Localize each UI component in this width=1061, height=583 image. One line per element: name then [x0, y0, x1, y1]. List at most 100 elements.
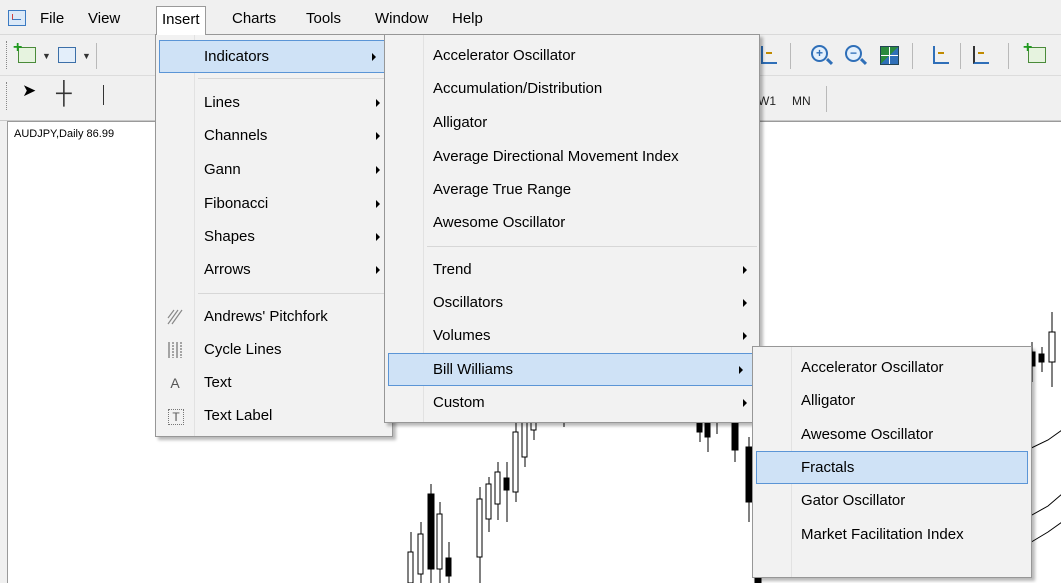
zoom-in-icon: +	[811, 45, 828, 62]
menu-help[interactable]: Help	[447, 8, 488, 30]
app-icon[interactable]	[8, 10, 26, 26]
submenu-arrow-icon	[372, 53, 376, 61]
menu-item-market-facilitation-index[interactable]: Market Facilitation Index	[753, 519, 1031, 550]
menu-item-label: Bill Williams	[433, 361, 513, 378]
templates-icon	[1023, 39, 1046, 63]
menu-item-gann[interactable]: Gann	[156, 154, 392, 185]
menu-item-fibonacci[interactable]: Fibonacci	[156, 188, 392, 219]
chart-symbol-label: AUDJPY,Daily 86.99	[14, 128, 115, 140]
menu-item-accelerator-oscillator[interactable]: Accelerator Oscillator	[385, 40, 759, 71]
menu-item-fractals[interactable]: Fractals	[756, 451, 1028, 484]
menu-item-cycle-lines[interactable]: Cycle Lines	[156, 334, 392, 365]
menu-item-awesome-oscillator[interactable]: Awesome Oscillator	[385, 207, 759, 238]
menu-item-label: Lines	[204, 94, 240, 111]
toolbar-separator	[912, 43, 913, 69]
menu-item-label: Gann	[204, 161, 241, 178]
menu-item-label: Oscillators	[433, 294, 504, 311]
menu-item-bill-williams[interactable]: Bill Williams	[388, 353, 756, 386]
chart-shift-icon	[761, 46, 777, 64]
chevron-down-icon[interactable]: ▼	[42, 51, 51, 61]
menu-item-label: Channels	[204, 127, 268, 144]
menu-item-atr[interactable]: Average True Range	[385, 174, 759, 205]
menu-item-lines[interactable]: Lines	[156, 87, 392, 118]
period-separators-button[interactable]	[968, 42, 994, 68]
zoom-in-button[interactable]: +	[808, 42, 834, 68]
submenu-arrow-icon	[376, 233, 380, 241]
toolbar-grip[interactable]	[6, 41, 10, 69]
zoom-out-icon: −	[845, 45, 862, 62]
menu-item-oscillators[interactable]: Oscillators	[385, 287, 759, 318]
zoom-out-button[interactable]: −	[842, 42, 868, 68]
submenu-arrow-icon	[376, 266, 380, 274]
text-label-icon: T	[168, 409, 184, 425]
profiles-button[interactable]	[54, 42, 80, 68]
submenu-arrow-icon	[739, 366, 743, 374]
menu-item-label: Shapes	[204, 228, 255, 245]
toolbar-separator	[960, 43, 961, 69]
new-chart-button[interactable]	[13, 39, 40, 68]
menu-item-label: Indicators	[204, 48, 270, 65]
submenu-arrow-icon	[743, 399, 747, 407]
menu-item-trend[interactable]: Trend	[385, 254, 759, 285]
chevron-down-icon[interactable]: ▼	[82, 51, 91, 61]
menu-item-indicators[interactable]: Indicators	[159, 40, 389, 73]
menu-item-accumulation-distribution[interactable]: Accumulation/Distribution	[385, 73, 759, 104]
menu-item-label: Andrews' Pitchfork	[204, 308, 328, 325]
menu-item-label: Awesome Oscillator	[801, 426, 934, 443]
menu-item-label: Alligator	[433, 114, 488, 131]
menu-item-volumes[interactable]: Volumes	[385, 320, 759, 351]
menu-item-andrews-pitchfork[interactable]: Andrews' Pitchfork	[156, 301, 392, 332]
menu-item-label: Accelerator Oscillator	[801, 359, 944, 376]
menu-item-shapes[interactable]: Shapes	[156, 221, 392, 252]
menu-separator	[427, 246, 757, 247]
menu-view[interactable]: View	[83, 8, 125, 30]
templates-button[interactable]	[1023, 39, 1050, 68]
menu-item-bw-alligator[interactable]: Alligator	[753, 385, 1031, 416]
menu-item-label: Text Label	[204, 407, 273, 424]
period-separators-icon	[973, 46, 989, 64]
auto-scroll-icon	[933, 46, 949, 64]
menu-item-label: Arrows	[204, 261, 251, 278]
toolbar-separator	[96, 43, 97, 69]
bill-williams-submenu: Accelerator Oscillator Alligator Awesome…	[752, 346, 1032, 578]
menu-item-arrows[interactable]: Arrows	[156, 254, 392, 285]
submenu-arrow-icon	[376, 166, 380, 174]
menu-item-label: Volumes	[433, 327, 491, 344]
timeframe-mn[interactable]: MN	[792, 94, 811, 108]
submenu-arrow-icon	[376, 99, 380, 107]
menu-insert[interactable]: Insert	[156, 6, 206, 35]
menu-item-text-label[interactable]: T Text Label	[156, 400, 392, 431]
cycle-lines-icon	[166, 341, 184, 359]
menu-item-label: Alligator	[801, 392, 856, 409]
menu-item-channels[interactable]: Channels	[156, 120, 392, 151]
timeframe-w1[interactable]: W1	[758, 94, 776, 108]
menu-item-label: Fractals	[801, 459, 855, 476]
cursor-icon[interactable]: ➤	[22, 81, 36, 101]
tile-windows-button[interactable]	[876, 42, 902, 68]
menu-item-gator-oscillator[interactable]: Gator Oscillator	[753, 485, 1031, 516]
menu-window[interactable]: Window	[370, 8, 433, 30]
insert-menu: Indicators Lines Channels Gann Fibonacci…	[155, 34, 393, 437]
menu-item-label: Trend	[433, 261, 472, 278]
menu-item-bw-accelerator-oscillator[interactable]: Accelerator Oscillator	[753, 352, 1031, 383]
menu-tools[interactable]: Tools	[301, 8, 346, 30]
vertical-line-icon[interactable]	[103, 85, 104, 105]
menu-item-adx[interactable]: Average Directional Movement Index	[385, 141, 759, 172]
menu-charts[interactable]: Charts	[227, 8, 281, 30]
menu-item-alligator[interactable]: Alligator	[385, 107, 759, 138]
submenu-arrow-icon	[743, 266, 747, 274]
crosshair-icon[interactable]: ┼	[56, 80, 72, 106]
menu-item-bw-awesome-oscillator[interactable]: Awesome Oscillator	[753, 419, 1031, 450]
auto-scroll-button[interactable]	[928, 42, 954, 68]
menu-item-custom[interactable]: Custom	[385, 387, 759, 418]
toolbar-grip[interactable]	[6, 82, 10, 110]
menu-item-text[interactable]: A Text	[156, 367, 392, 398]
toolbar-separator	[790, 43, 791, 69]
menu-item-label: Accelerator Oscillator	[433, 47, 576, 64]
menu-item-label: Awesome Oscillator	[433, 214, 566, 231]
menu-file[interactable]: File	[35, 8, 69, 30]
menu-item-label: Gator Oscillator	[801, 492, 906, 509]
menu-item-label: Fibonacci	[204, 195, 269, 212]
toolbar-separator	[1008, 43, 1009, 69]
submenu-arrow-icon	[743, 332, 747, 340]
